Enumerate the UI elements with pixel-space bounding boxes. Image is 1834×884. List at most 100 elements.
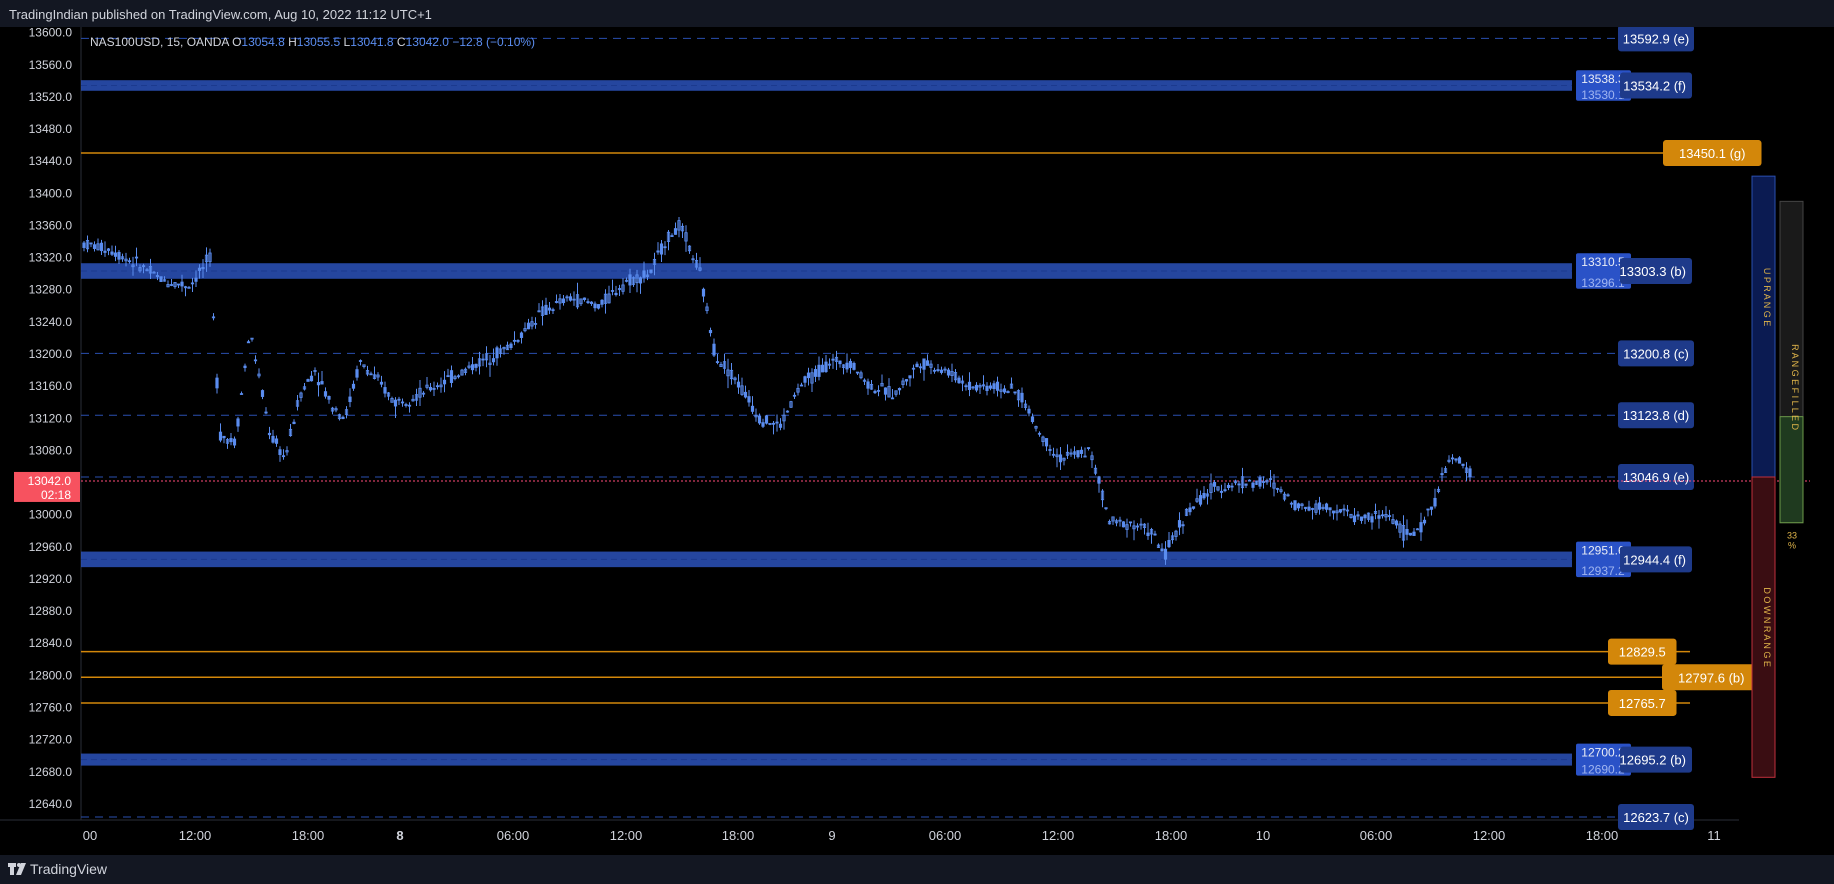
candle-body [218,431,223,441]
candle-body [547,307,552,311]
candle-body [915,363,919,367]
candle-body [593,303,597,309]
level-label: 13303.3 (b) [1620,264,1687,279]
band-high-label: 12700.2 [1581,746,1625,760]
candle-body [393,399,398,407]
chart-area[interactable]: 13600.0 13560.0 13520.0 13480.0 13440.0 13400… [0,27,1834,855]
candle-body [1230,485,1234,488]
candle-body [554,301,559,303]
candle-body [236,418,240,427]
x-tick-label: 12:00 [1042,828,1075,843]
candle-body [1191,506,1196,509]
ohlc-l_label: L [340,35,350,49]
y-tick-label: 13360.0 [29,218,73,232]
candle-body [159,276,163,282]
footer-bar: TradingView [0,855,1834,884]
candle-body [309,375,314,382]
level-label: 13534.2 (f) [1623,78,1686,93]
y-tick-label: 13000.0 [29,508,73,522]
candle-body [194,277,198,282]
candle-body [292,421,296,425]
y-tick-label: 12840.0 [29,636,73,650]
candle-body [1359,516,1364,521]
candle-body [852,362,856,370]
candle-body [1002,388,1007,393]
candle-body [628,274,632,286]
candle-body [358,360,363,362]
candle-body [806,372,811,379]
candle-body [1426,508,1430,511]
candle-body [824,361,828,373]
candle-body [1202,492,1206,499]
candle-body [222,435,226,439]
y-tick-label: 12680.0 [29,765,73,779]
candle-body [470,364,475,371]
candle-body [134,256,139,259]
candle-body [820,364,825,373]
candle-body [890,397,895,400]
candle-body [771,422,776,425]
candle-body [306,379,310,382]
level-label: 13046.9 (e) [1623,470,1690,485]
candle-body [974,384,979,391]
band-high-label: 12951.6 [1581,544,1625,558]
ohlc-c_label: C [394,35,406,49]
candle-body [1153,533,1157,536]
last-price-countdown: 02:18 [41,488,71,502]
y-tick-label: 13120.0 [29,411,73,425]
level-label: 12623.7 (c) [1623,810,1689,825]
candle-body [1244,483,1248,486]
candle-body [761,422,765,427]
candle-body [897,388,902,391]
candle-body [1450,457,1455,460]
candle-body [383,387,387,394]
candle-body [904,379,909,382]
candle-body [355,369,359,378]
candle-body [495,347,499,359]
candle-body [512,339,517,342]
candle-body [715,361,720,363]
candle-body [260,390,265,397]
candle-body [435,385,440,388]
candle-body [551,309,555,312]
candle-body [995,381,1000,391]
candle-body [1198,495,1203,505]
candle-body [1419,522,1423,533]
candle-body [1027,408,1031,414]
candle-body [1405,528,1409,535]
candle-body [176,283,181,286]
candle-body [1247,479,1252,482]
candle-body [778,423,783,428]
y-tick-label: 13200.0 [29,347,73,361]
candle-body [127,260,132,263]
candle-body [1338,509,1343,513]
down-range-label: D O W N R A N G E [1762,587,1772,667]
price-chart[interactable]: 13600.0 13560.0 13520.0 13480.0 13440.0 13400… [0,27,1834,855]
candle-body [1328,507,1332,511]
y-tick-label: 12640.0 [29,797,73,811]
candle-body [1258,477,1262,487]
candle-body [957,377,961,384]
candle-body [89,242,93,245]
candle-body [757,415,762,424]
candle-body [1317,502,1322,510]
candle-body [642,270,646,278]
y-tick-label: 13400.0 [29,186,73,200]
ohlc-symbol: NAS100USD, 15, OANDA [90,35,232,49]
candle-body [638,277,643,284]
candle-body [446,375,450,378]
y-tick-label: 13520.0 [29,90,73,104]
y-tick-label: 12960.0 [29,540,73,554]
band-low-label: 13296.1 [1581,276,1625,290]
candle-body [1293,500,1297,510]
candle-body [1387,515,1392,517]
candle-body [1058,454,1063,463]
candle-body [831,358,835,361]
candle-body [1013,391,1017,394]
candle-body [1370,516,1374,523]
candle-body [1163,548,1168,560]
x-tick-label: 18:00 [1586,828,1619,843]
candle-body [1468,468,1472,478]
candle-body [817,364,821,377]
candle-body [232,438,237,446]
